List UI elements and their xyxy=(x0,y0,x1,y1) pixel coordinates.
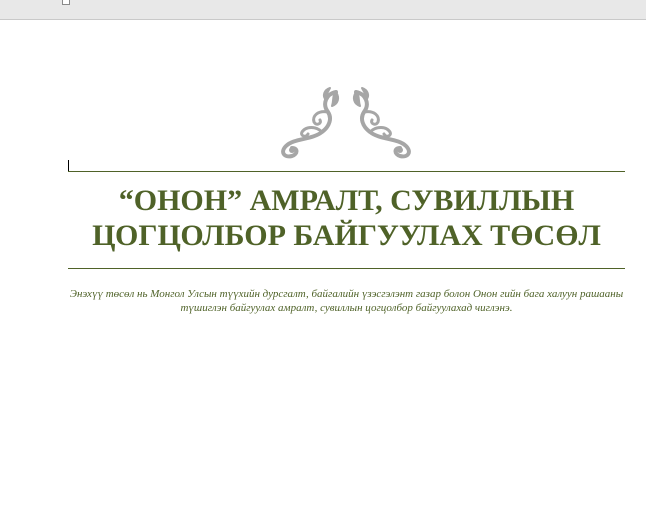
document-subtitle[interactable]: Энэхүү төсөл нь Монгол Улсын түүхийн дур… xyxy=(68,287,625,315)
title-line-2: ЦОГЦОЛБОР БАЙГУУЛАХ ТӨСӨЛ xyxy=(92,219,601,252)
scroll-flourish-icon xyxy=(281,87,411,159)
text-cursor xyxy=(68,160,69,171)
title-rule-top xyxy=(68,171,625,172)
flourish-left xyxy=(281,87,340,159)
ruler-indent-marker[interactable] xyxy=(62,0,70,5)
title-line-1: “ОНОН” АМРАЛТ, СУВИЛЛЫН xyxy=(118,184,575,217)
ruler-bar xyxy=(0,0,646,20)
title-rule-bottom xyxy=(68,268,625,269)
flourish-right xyxy=(352,87,411,159)
document-title[interactable]: “ОНОН” АМРАЛТ, СУВИЛЛЫН ЦОГЦОЛБОР БАЙГУУ… xyxy=(68,183,625,253)
